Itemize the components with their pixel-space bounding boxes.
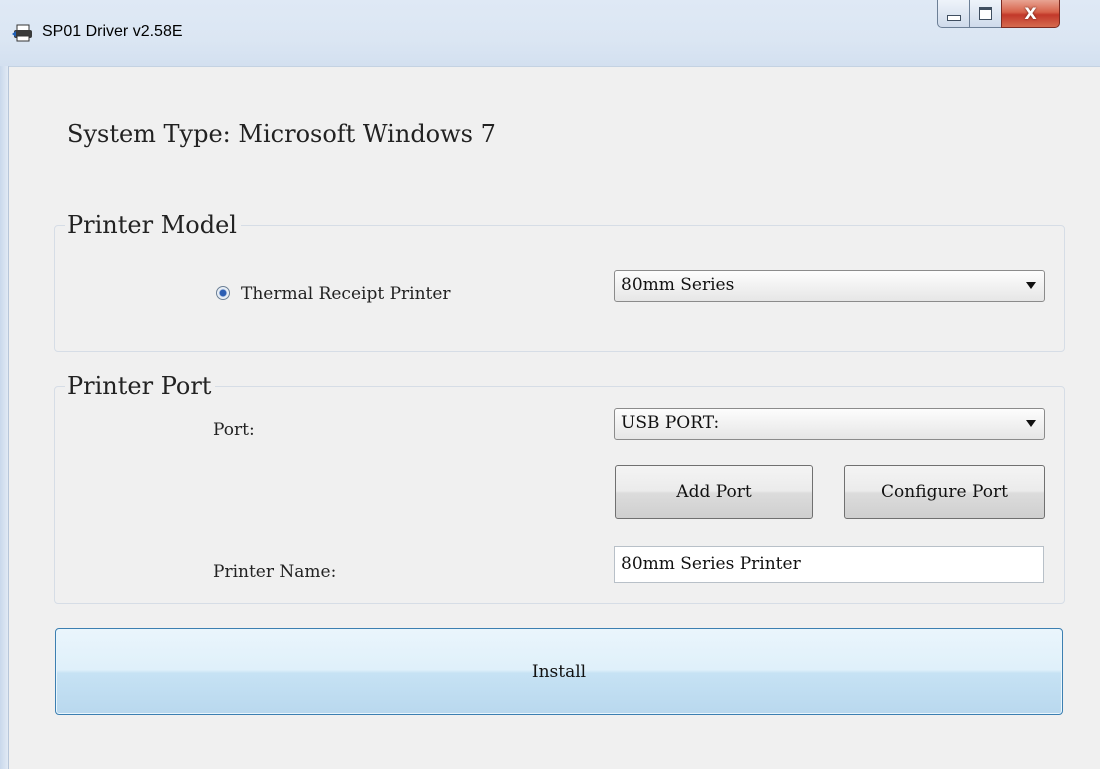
window-title: SP01 Driver v2.58E	[42, 23, 183, 40]
add-port-button[interactable]: Add Port	[615, 465, 813, 519]
thermal-receipt-radio[interactable]	[216, 286, 230, 300]
port-value: USB PORT:	[621, 413, 720, 433]
port-select[interactable]: USB PORT:	[614, 408, 1045, 440]
printer-port-group-label: Printer Port	[65, 372, 216, 400]
caption-buttons: X	[937, 0, 1095, 30]
system-type-label: System Type: Microsoft Windows 7	[67, 120, 496, 148]
minimize-button[interactable]	[937, 0, 970, 28]
thermal-receipt-label[interactable]: Thermal Receipt Printer	[241, 284, 451, 304]
printer-name-value: 80mm Series Printer	[621, 554, 801, 574]
title-bar[interactable]: SP01 Driver v2.58E X	[0, 0, 1100, 67]
port-label: Port:	[213, 420, 255, 440]
printer-model-group-label: Printer Model	[65, 211, 241, 239]
printer-name-label: Printer Name:	[213, 562, 337, 582]
chevron-down-icon	[1026, 282, 1036, 289]
close-icon: X	[1024, 4, 1037, 23]
window-left-border	[0, 66, 9, 769]
printer-series-select[interactable]: 80mm Series	[614, 270, 1045, 302]
printer-app-icon	[12, 24, 32, 42]
maximize-icon	[979, 7, 992, 20]
maximize-button[interactable]	[969, 0, 1002, 28]
chevron-down-icon	[1026, 420, 1036, 427]
close-button[interactable]: X	[1001, 0, 1060, 28]
install-button[interactable]: Install	[55, 628, 1063, 715]
installer-window: SP01 Driver v2.58E X System Type: Micros…	[0, 0, 1100, 769]
minimize-icon	[946, 14, 961, 21]
printer-name-field[interactable]: 80mm Series Printer	[614, 546, 1044, 583]
configure-port-button[interactable]: Configure Port	[844, 465, 1045, 519]
printer-series-value: 80mm Series	[621, 275, 735, 295]
